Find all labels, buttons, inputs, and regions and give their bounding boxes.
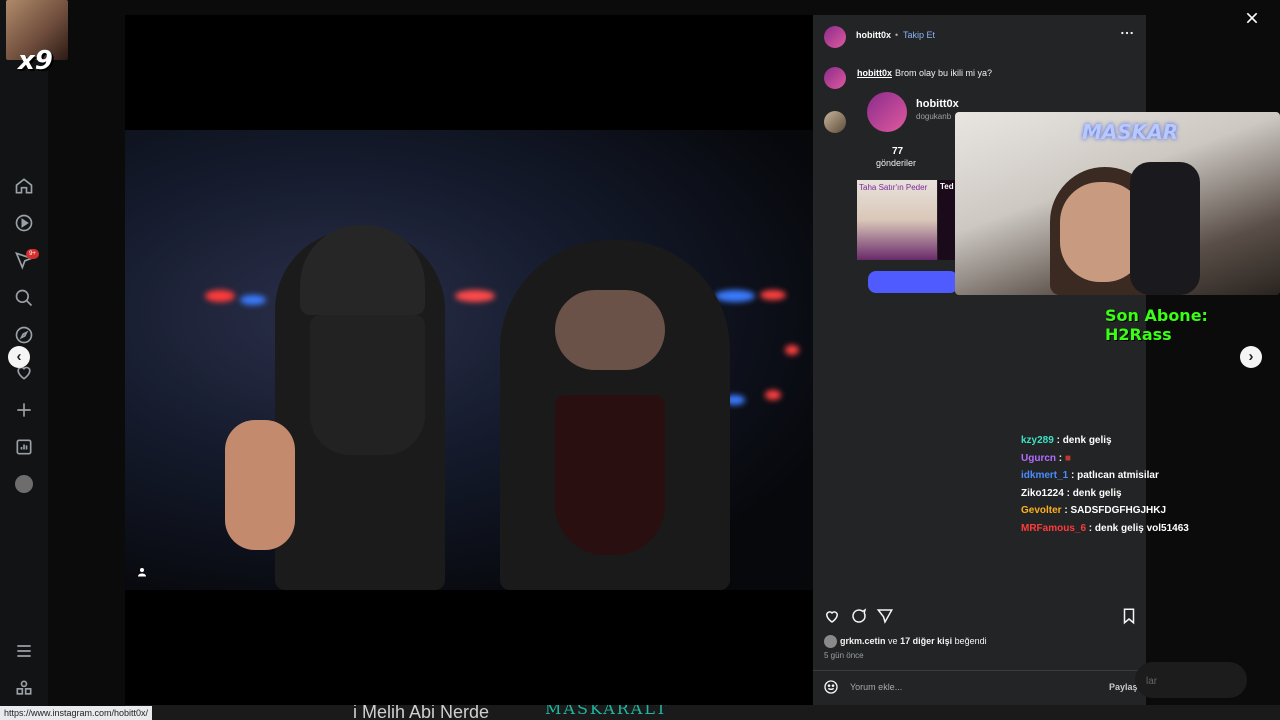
preview-handle: dogukanb: [916, 112, 952, 121]
preview-post-count-label: gönderiler: [876, 158, 917, 168]
chat-separator: :: [1056, 452, 1065, 464]
browser-status-url: https://www.instagram.com/hobitt0x/: [0, 706, 153, 720]
background-feed-title: i Melih Abi Nerde: [353, 705, 490, 720]
commenter-avatar[interactable]: [824, 111, 846, 133]
likes-connector: ve: [888, 636, 898, 646]
comment-icon[interactable]: [850, 607, 868, 625]
chat-user: Ugurcn: [1021, 452, 1056, 464]
last-subscriber-label: Son Abone: H2Rass: [1105, 306, 1208, 344]
liker-avatar[interactable]: [824, 635, 837, 648]
background-messages-label: lar: [1146, 676, 1158, 687]
chat-separator: :: [1053, 435, 1063, 446]
preview-post-count: 77: [892, 146, 904, 157]
likes-suffix: beğendi: [954, 636, 987, 646]
post-comment-button[interactable]: Paylaş: [1109, 682, 1138, 692]
author-username[interactable]: hobitt0x: [856, 30, 891, 40]
header-separator: •: [895, 30, 899, 40]
chat-user: Gevolter: [1021, 505, 1062, 517]
chat-text: patlıcan atmisilar: [1077, 470, 1159, 482]
chat-user: MRFamous_6: [1021, 522, 1087, 534]
chat-message: Gevolter : SADSFDGFHGJHKJ: [1021, 502, 1189, 520]
home-icon[interactable]: [14, 176, 34, 196]
chat-text: denk geliş: [1072, 487, 1122, 499]
chat-message: Ugurcn : ■: [1021, 450, 1189, 468]
save-icon[interactable]: [1120, 607, 1138, 625]
thumbnail-2-caption: Ted: [940, 182, 954, 191]
menu-icon[interactable]: [14, 641, 34, 661]
thumbnail-1-caption: Taha Satır'ın Peder: [859, 183, 928, 192]
notification-badge: 9+: [26, 249, 39, 259]
next-post-button[interactable]: ›: [1240, 346, 1262, 368]
comment-divider: [813, 670, 1146, 671]
chat-user: idkmert_1: [1021, 470, 1069, 482]
caption-username[interactable]: hobitt0x: [857, 68, 892, 78]
preview-follow-button[interactable]: [868, 271, 958, 293]
create-icon[interactable]: [14, 400, 34, 420]
chat-separator: :: [1063, 487, 1073, 499]
chat-text: SADSFDGFHGJHKJ: [1070, 505, 1167, 517]
chat-text: ■: [1064, 452, 1071, 464]
likes-others[interactable]: 17 diğer kişi: [900, 636, 952, 646]
emoji-icon[interactable]: [823, 679, 839, 695]
preview-thumbnail-1[interactable]: Taha Satır'ın Peder: [857, 180, 937, 260]
dashboard-icon[interactable]: [14, 437, 34, 457]
likes-user[interactable]: grkm.cetin: [840, 636, 886, 646]
chat-text: denk geliş: [1062, 435, 1112, 446]
like-icon[interactable]: [823, 607, 841, 625]
user-tag-icon[interactable]: [136, 565, 148, 577]
author-avatar[interactable]: [824, 26, 846, 48]
follow-button[interactable]: Takip Et: [903, 30, 935, 40]
chat-message: idkmert_1 : patlıcan atmisilar: [1021, 467, 1189, 485]
reels-icon[interactable]: [14, 213, 34, 233]
explore-icon[interactable]: [14, 325, 34, 345]
stream-chat: kzy289 : denk geliş Ugurcn : ■ idkmert_1…: [1021, 432, 1189, 538]
more-options-icon[interactable]: [1120, 29, 1134, 37]
more-apps-icon[interactable]: [14, 678, 34, 698]
chat-message: kzy289 : denk geliş: [1021, 432, 1189, 450]
share-icon[interactable]: [876, 607, 894, 625]
close-icon[interactable]: [1244, 10, 1260, 26]
channel-watermark: MASKAR: [1082, 120, 1179, 144]
likes-summary[interactable]: grkm.cetin ve 17 diğer kişi beğendi: [840, 636, 987, 646]
preview-avatar[interactable]: [867, 92, 907, 132]
chat-separator: :: [1068, 470, 1078, 482]
background-feed-strip: i Melih Abi Nerde MASKARALT: [125, 705, 1280, 720]
preview-username[interactable]: hobitt0x: [916, 98, 959, 110]
caption-avatar[interactable]: [824, 67, 846, 89]
cam-multiplier-label: x9: [18, 46, 53, 76]
chat-message: MRFamous_6 : denk geliş vol51463: [1021, 520, 1189, 538]
profile-avatar[interactable]: [15, 475, 33, 493]
post-photo[interactable]: [125, 130, 813, 590]
caption-text: Brom olay bu ikili mi ya?: [895, 68, 993, 78]
chat-user: Ziko1224: [1021, 487, 1064, 499]
post-timestamp: 5 gün önce: [824, 651, 864, 660]
comment-input[interactable]: Yorum ekle...: [850, 682, 902, 692]
chat-separator: :: [1086, 522, 1095, 534]
chat-user: kzy289: [1021, 435, 1054, 446]
chat-message: Ziko1224 : denk geliş: [1021, 485, 1189, 503]
chat-text: denk geliş vol51463: [1094, 522, 1189, 534]
search-icon[interactable]: [14, 288, 34, 308]
background-feed-logo: MASKARALT: [545, 705, 669, 718]
previous-post-button[interactable]: ‹: [8, 346, 30, 368]
